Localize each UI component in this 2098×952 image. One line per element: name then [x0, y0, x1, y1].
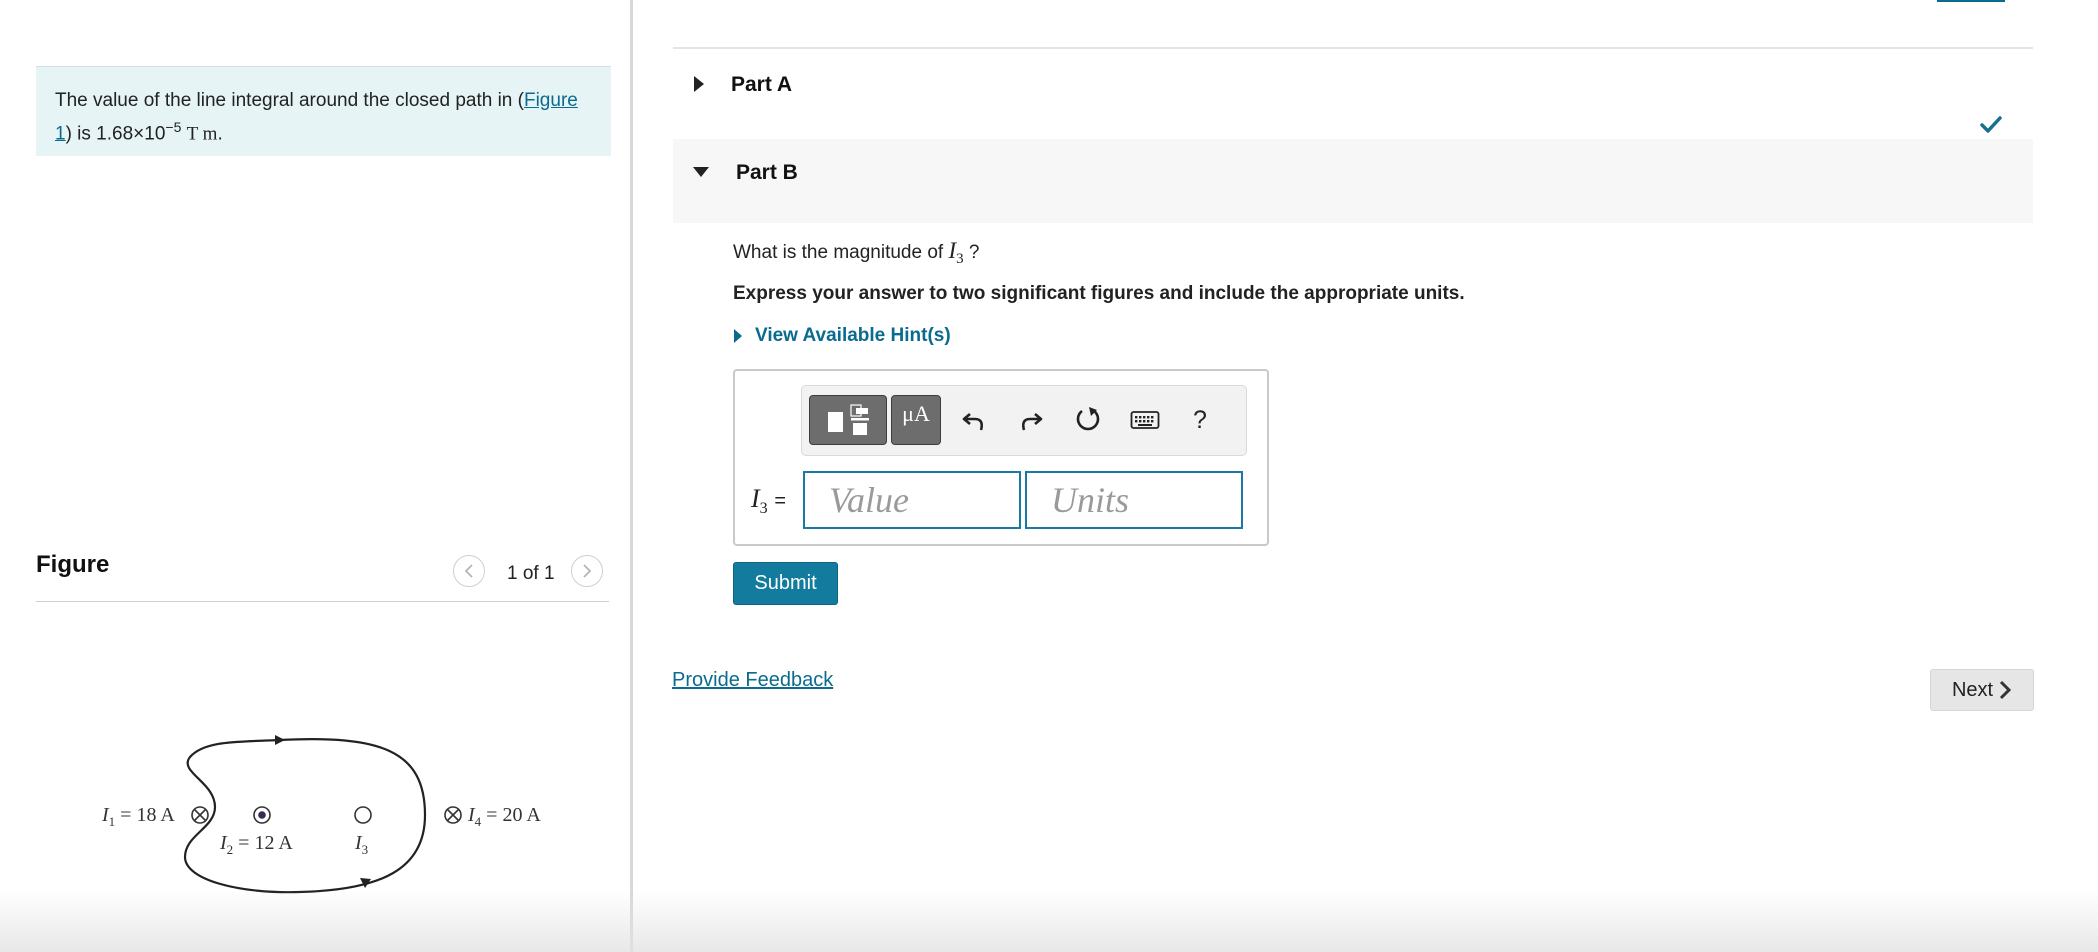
question-prefix: What is the magnitude of — [733, 242, 949, 263]
statement-text-1: The value of the line integral around th… — [55, 90, 524, 111]
answer-variable: I — [751, 484, 760, 513]
statement-units: T m — [186, 123, 218, 145]
figure-title: Figure — [36, 551, 110, 578]
problem-statement: The value of the line integral around th… — [36, 66, 611, 156]
current-2-label: I2 = 12 A — [219, 832, 293, 857]
view-hints-label[interactable]: View Available Hint(s) — [755, 325, 951, 347]
templates-button[interactable] — [809, 395, 887, 445]
closed-path — [183, 738, 427, 894]
caret-right-icon[interactable] — [692, 75, 706, 93]
help-button[interactable]: ? — [1180, 400, 1220, 440]
next-button-label: Next — [1951, 678, 1994, 701]
answer-equals: = — [774, 490, 787, 512]
part-a-header[interactable]: Part A — [731, 73, 792, 97]
current-unknown-icon — [354, 806, 372, 824]
question-variable: I — [948, 238, 957, 263]
answer-instruction: Express your answer to two significant f… — [733, 283, 1465, 304]
question-variable-sub: 3 — [956, 250, 964, 267]
part-b-header-bar[interactable] — [673, 139, 2033, 223]
current-into-page-icon — [444, 806, 462, 824]
reset-button[interactable] — [1068, 400, 1108, 440]
figure-pager-text: 1 of 1 — [507, 563, 555, 584]
reset-icon — [1076, 407, 1100, 431]
units-input[interactable] — [1025, 471, 1243, 529]
next-figure-button[interactable] — [571, 555, 603, 587]
math-toolbar: μA ? — [801, 385, 1247, 456]
statement-exponent: −5 — [165, 119, 182, 135]
current-1-label: I1 = 18 A — [101, 804, 175, 829]
chevron-right-icon — [2000, 680, 2012, 700]
answer-variable-sub: 3 — [759, 499, 768, 517]
answer-variable-label: I3 = — [751, 484, 786, 518]
checkmark-icon — [1980, 116, 2002, 133]
chevron-right-icon — [583, 564, 592, 578]
redo-icon — [1021, 413, 1043, 431]
path-arrow-top — [275, 735, 285, 745]
keyboard-button[interactable] — [1125, 400, 1165, 440]
previous-figure-button[interactable] — [453, 555, 485, 587]
undo-button[interactable] — [954, 400, 994, 440]
current-out-of-page-icon — [253, 806, 271, 824]
panel-divider — [630, 0, 633, 952]
caret-right-icon — [734, 329, 742, 343]
submit-button[interactable]: Submit — [733, 562, 838, 605]
value-input[interactable] — [803, 471, 1021, 529]
statement-period: . — [217, 123, 223, 145]
current-into-page-icon — [191, 806, 209, 824]
template-icon — [828, 404, 869, 435]
figure-divider — [36, 601, 609, 602]
provide-feedback-link[interactable]: Provide Feedback — [672, 669, 833, 692]
keyboard-icon — [1130, 411, 1160, 429]
redo-button[interactable] — [1011, 400, 1051, 440]
top-link-underline — [1937, 0, 2005, 2]
top-divider — [673, 47, 2033, 49]
caret-down-icon[interactable] — [692, 165, 710, 179]
question-text: What is the magnitude of I3 ? — [733, 238, 979, 268]
view-hints-toggle[interactable]: View Available Hint(s) — [733, 325, 951, 347]
question-suffix: ? — [963, 242, 980, 263]
chevron-left-icon — [464, 564, 473, 578]
statement-text-2: ) is 1.68×10 — [65, 123, 166, 145]
mu-a-label: μA — [902, 401, 930, 426]
current-3-label: I3 — [354, 832, 368, 857]
undo-icon — [962, 413, 984, 431]
units-button[interactable]: μA — [891, 395, 941, 445]
next-button[interactable]: Next — [1930, 669, 2034, 711]
figure-diagram: I1 = 18 A I2 = 12 A I3 I4 = 20 A — [101, 735, 541, 894]
part-b-header[interactable]: Part B — [736, 161, 798, 185]
current-4-label: I4 = 20 A — [467, 804, 541, 829]
